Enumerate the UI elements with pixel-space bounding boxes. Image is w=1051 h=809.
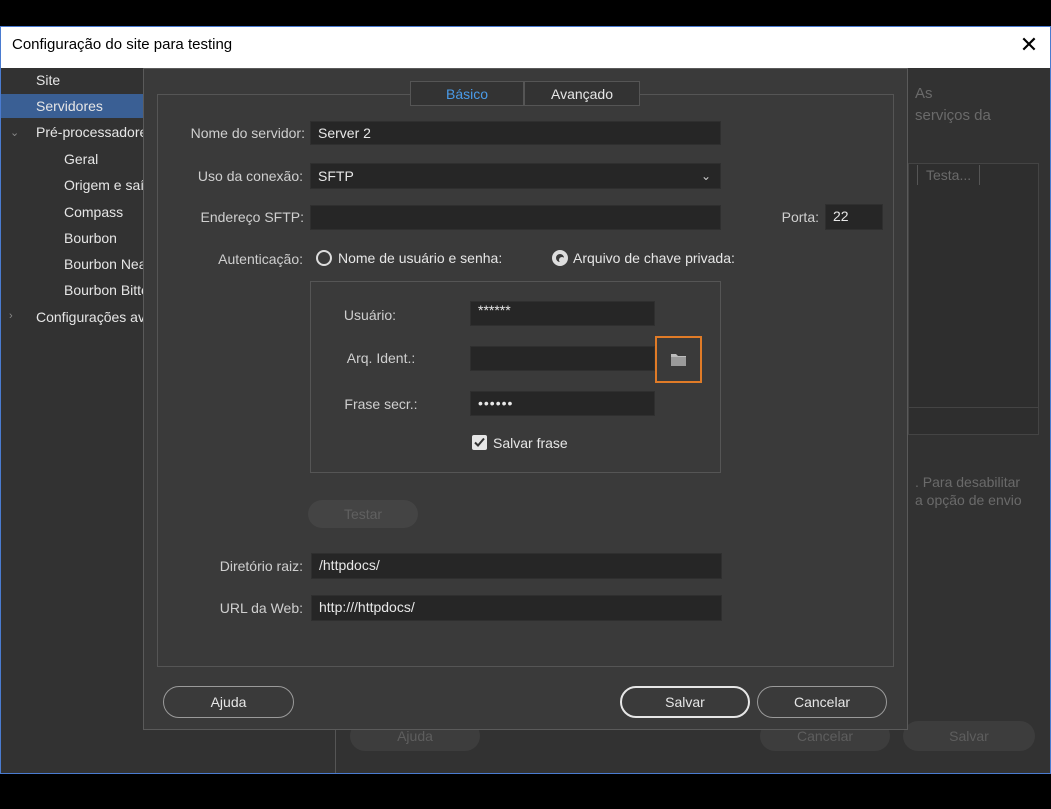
window-title: Configuração do site para testing — [12, 36, 233, 53]
chevron-down-icon[interactable]: ⌄ — [10, 126, 19, 139]
bg-text-2: serviços da — [915, 107, 991, 124]
bg-note-1: . Para desabilitar — [915, 474, 1021, 490]
bg-text-1: As — [915, 85, 933, 102]
tree-item-general[interactable]: Geral — [64, 147, 98, 171]
server-name-label: Nome do servidor: — [190, 125, 305, 141]
bg-toolbar — [908, 407, 1039, 435]
connection-label: Uso da conexão: — [197, 168, 303, 184]
save-phrase-label[interactable]: Salvar frase — [493, 435, 568, 451]
port-input[interactable]: 22 — [825, 204, 883, 230]
checkbox-checked-icon[interactable] — [472, 435, 487, 450]
connection-value: SFTP — [318, 168, 354, 184]
server-name-input[interactable]: Server 2 — [310, 121, 721, 145]
bg-save-button: Salvar — [903, 721, 1035, 751]
bg-note-2: a opção de envio — [915, 492, 1022, 508]
address-label: Endereço SFTP: — [200, 209, 305, 225]
tree-item-servers[interactable]: Servidores — [36, 94, 103, 118]
user-label: Usuário: — [343, 307, 397, 323]
tab-basic[interactable]: Básico — [410, 81, 524, 106]
passphrase-input[interactable]: •••••• — [470, 391, 655, 416]
identity-input[interactable] — [470, 346, 655, 371]
web-url-input[interactable]: http:///httpdocs/ — [311, 595, 722, 621]
tab-advanced[interactable]: Avançado — [524, 81, 640, 106]
root-dir-input[interactable]: /httpdocs/ — [311, 553, 722, 579]
user-input[interactable]: ****** — [470, 301, 655, 326]
tree-item-preprocessors[interactable]: Pré-processadores — [36, 120, 154, 144]
passphrase-label: Frase secr.: — [344, 396, 418, 412]
bg-server-list — [908, 163, 1039, 409]
auth-keyfile-label[interactable]: Arquivo de chave privada: — [573, 250, 735, 266]
close-icon[interactable]: ✕ — [1016, 32, 1042, 58]
tree-item-bourbon-neat[interactable]: Bourbon Neat — [64, 252, 150, 276]
auth-keyfile-radio[interactable] — [552, 250, 568, 266]
auth-password-radio[interactable] — [316, 250, 332, 266]
auth-label: Autenticação: — [218, 251, 303, 267]
test-button[interactable]: Testar — [308, 500, 418, 528]
connection-select[interactable]: SFTP ⌄ — [310, 163, 721, 189]
chevron-down-icon: ⌄ — [700, 169, 711, 183]
bg-column-header: Testa... — [917, 165, 981, 185]
browse-folder-button[interactable] — [655, 336, 702, 383]
web-url-label: URL da Web: — [219, 600, 303, 616]
help-button[interactable]: Ajuda — [163, 686, 294, 718]
tree-item-site[interactable]: Site — [36, 68, 60, 92]
root-dir-label: Diretório raiz: — [219, 558, 303, 574]
cancel-button[interactable]: Cancelar — [757, 686, 887, 718]
save-button[interactable]: Salvar — [620, 686, 750, 718]
chevron-right-icon[interactable]: › — [9, 310, 13, 322]
identity-label: Arq. Ident.: — [346, 350, 416, 366]
address-input[interactable] — [310, 205, 721, 230]
port-label: Porta: — [781, 209, 819, 225]
tree-item-bourbon[interactable]: Bourbon — [64, 226, 117, 250]
tree-item-compass[interactable]: Compass — [64, 200, 123, 224]
folder-icon — [671, 354, 686, 366]
auth-password-label[interactable]: Nome de usuário e senha: — [338, 250, 502, 266]
